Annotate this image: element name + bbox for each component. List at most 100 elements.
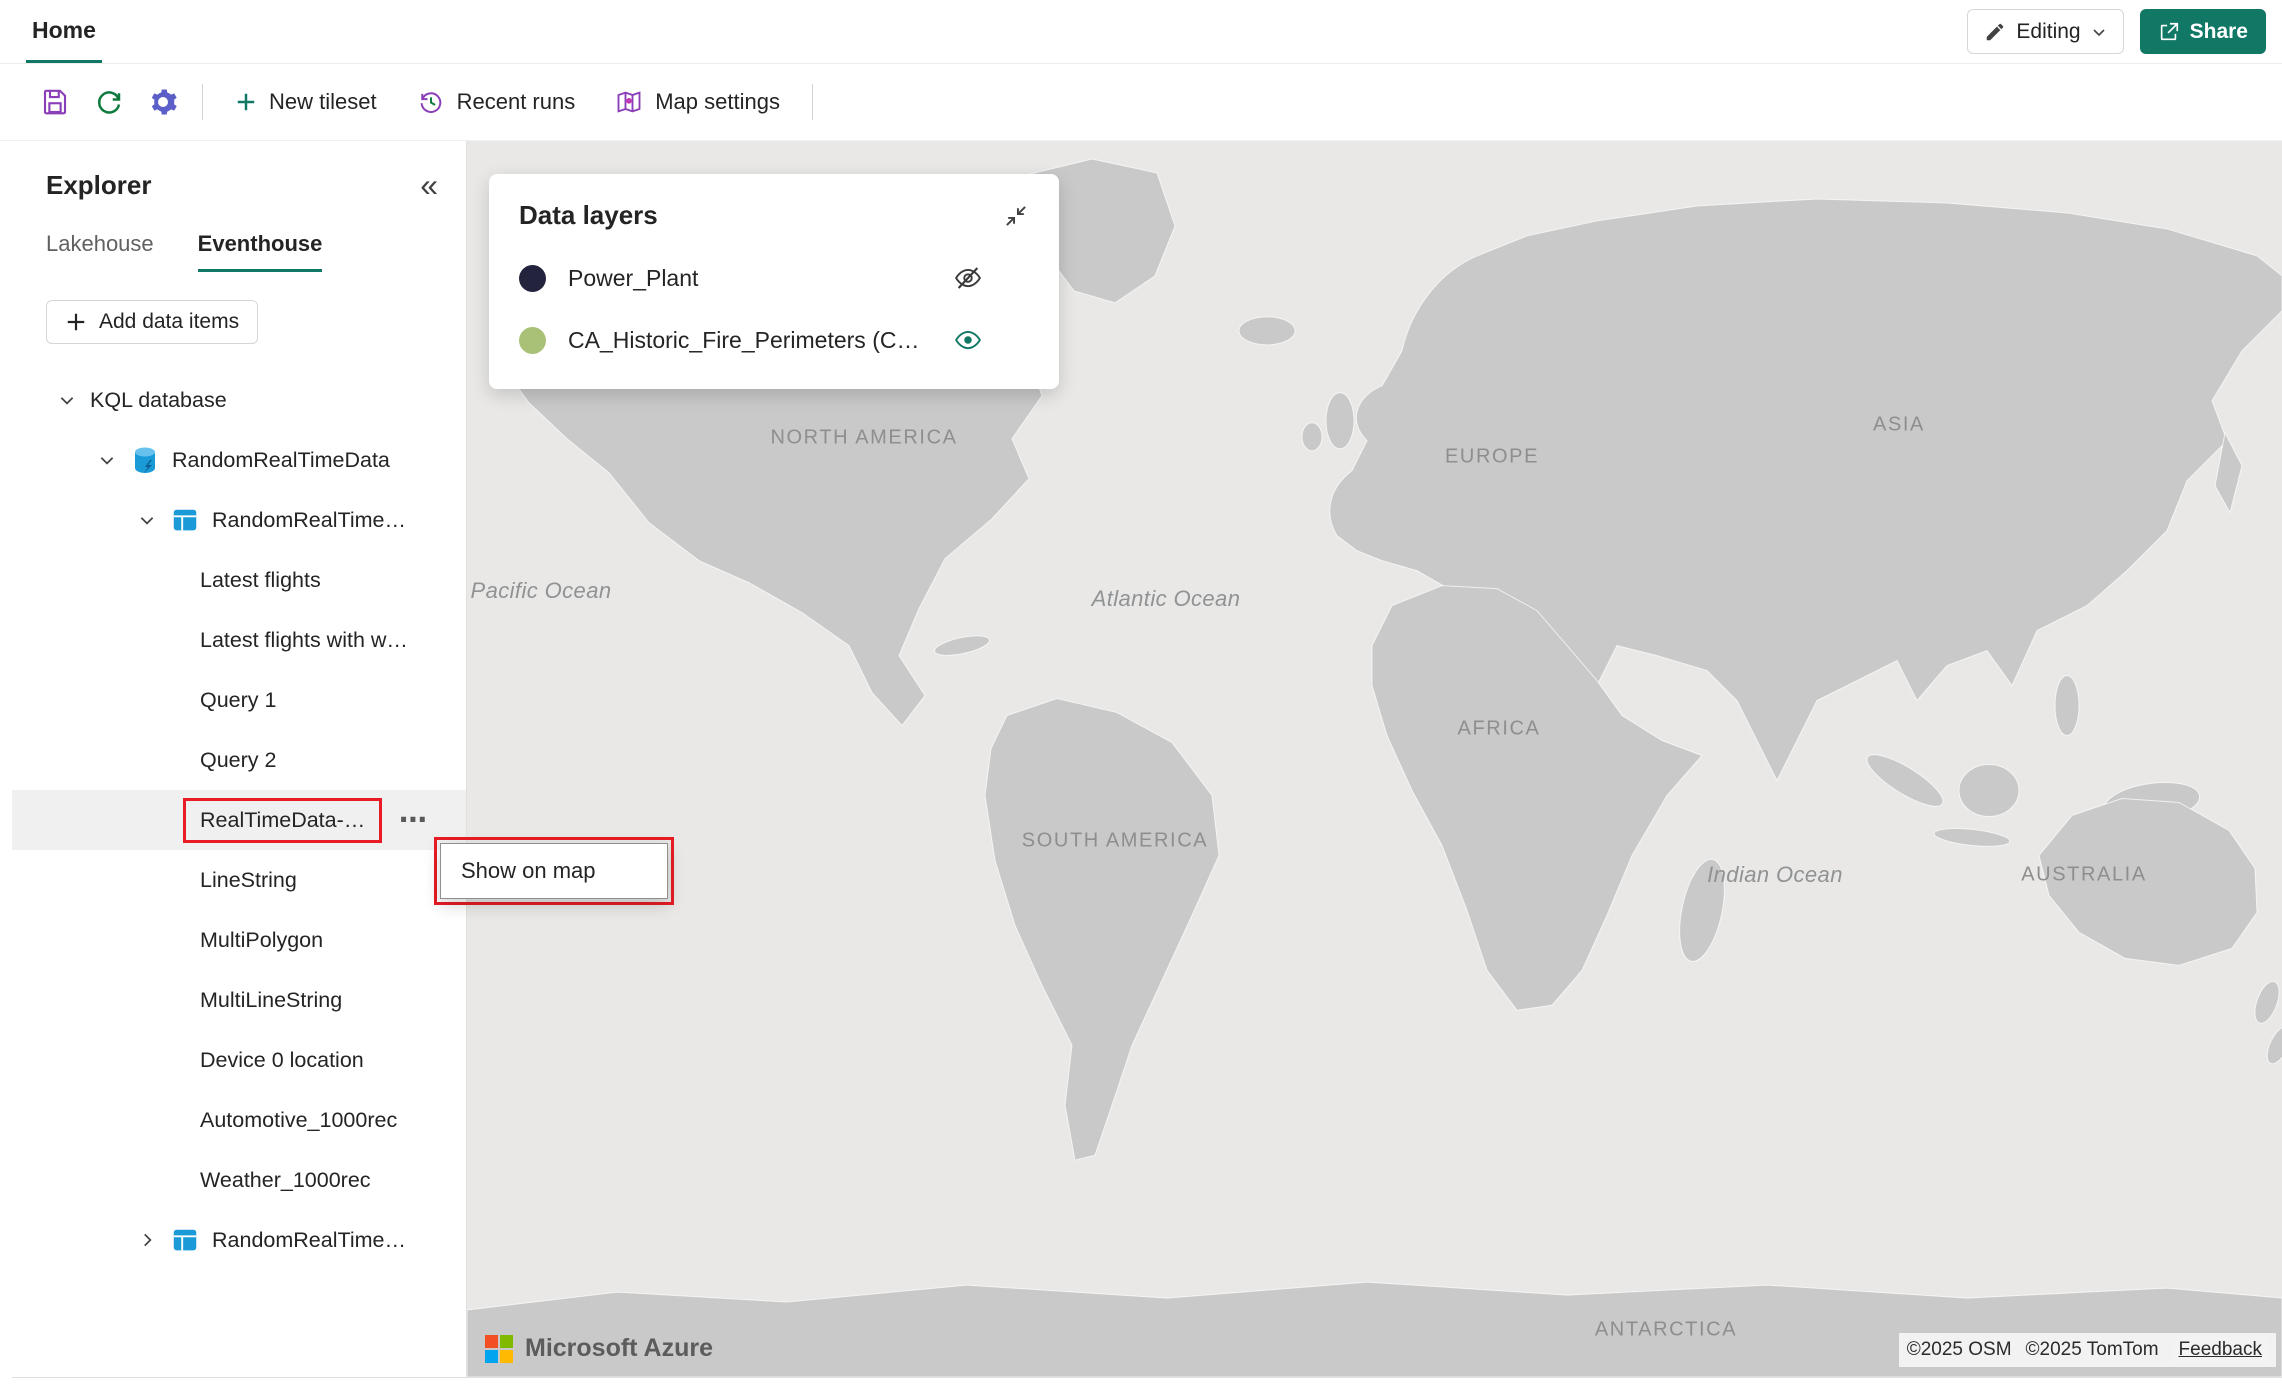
refresh-icon <box>94 87 124 117</box>
editing-mode-button[interactable]: Editing <box>1967 9 2123 54</box>
toolbar-divider <box>202 84 203 120</box>
recent-runs-label: Recent runs <box>457 89 576 115</box>
osm-copyright: ©2025 OSM <box>1907 1339 2012 1361</box>
more-options-icon[interactable]: ⋯ <box>399 806 428 834</box>
tree-item-randomrealtimedata[interactable]: RandomRealTimeData <box>12 430 466 490</box>
tree-item-automotive-1000rec[interactable]: Automotive_1000rec <box>12 1090 466 1150</box>
tree-item-query-2[interactable]: Query 2 <box>12 730 466 790</box>
map-label-pacific-ocean: Pacific Ocean <box>471 578 612 604</box>
queryset-icon <box>168 1225 202 1255</box>
kql-database-icon <box>128 444 162 476</box>
tree-item-label: RandomRealTime… <box>212 508 406 533</box>
ribbon-toolbar: New tileset Recent runs Map settings <box>0 64 2282 141</box>
tree-item-multilinestring[interactable]: MultiLineString <box>12 970 466 1030</box>
queryset-icon <box>168 505 202 535</box>
map-copyright: ©2025 OSM ©2025 TomTom Feedback <box>1899 1333 2276 1367</box>
map-label-indian-ocean: Indian Ocean <box>1707 862 1843 888</box>
tab-home[interactable]: Home <box>26 0 102 63</box>
tree-item-label: RandomRealTime… <box>212 1228 406 1253</box>
map-label-africa: AFRICA <box>1458 718 1541 741</box>
save-icon <box>40 87 70 117</box>
visibility-off-icon[interactable] <box>953 263 983 293</box>
tree-item-kql-database[interactable]: KQL database <box>12 370 466 430</box>
add-data-items-button[interactable]: Add data items <box>46 300 258 344</box>
pencil-icon <box>1984 21 2006 43</box>
layer-name: Power_Plant <box>568 265 698 292</box>
annotation-red-box: RealTimeData-… <box>183 798 382 843</box>
tree-item-queryset-expanded[interactable]: RandomRealTime… <box>12 490 466 550</box>
annotation-red-box: Show on map <box>434 837 674 905</box>
add-data-items-label: Add data items <box>99 310 239 334</box>
top-bar: Home Editing Share <box>0 0 2282 64</box>
data-layers-title: Data layers <box>519 200 658 231</box>
main-content: Explorer « Lakehouse Eventhouse Add data… <box>0 141 2282 1378</box>
tree-item-multipolygon[interactable]: MultiPolygon <box>12 910 466 970</box>
toolbar-divider <box>812 84 813 120</box>
layer-row-power-plant[interactable]: Power_Plant <box>519 247 1029 309</box>
share-label: Share <box>2190 20 2248 44</box>
map-label-atlantic-ocean: Atlantic Ocean <box>1092 586 1241 612</box>
app-window: Home Editing Share <box>0 0 2282 1397</box>
save-button[interactable] <box>28 77 82 127</box>
plus-icon <box>65 311 87 333</box>
share-icon <box>2158 21 2180 43</box>
explorer-tree: KQL database RandomRealTimeData RandomRe… <box>12 370 466 1270</box>
map-label-north-america: NORTH AMERICA <box>770 427 957 450</box>
layer-name: CA_Historic_Fire_Perimeters (C… <box>568 327 919 354</box>
tree-item-latest-flights[interactable]: Latest flights <box>12 550 466 610</box>
tree-item-weather-1000rec[interactable]: Weather_1000rec <box>12 1150 466 1210</box>
chevron-down-icon[interactable] <box>52 391 82 409</box>
layer-row-ca-historic-fire-perimeters[interactable]: CA_Historic_Fire_Perimeters (C… <box>519 309 1029 371</box>
layer-color-swatch <box>519 265 546 292</box>
tree-item-device-0-location[interactable]: Device 0 location <box>12 1030 466 1090</box>
tree-item-realtimedata-selected[interactable]: RealTimeData-… ⋯ <box>12 790 466 850</box>
chevron-down-icon[interactable] <box>132 511 162 529</box>
tree-item-label: KQL database <box>90 388 227 413</box>
map-settings-label: Map settings <box>655 89 780 115</box>
map-settings-button[interactable]: Map settings <box>595 77 800 127</box>
new-tileset-label: New tileset <box>269 89 377 115</box>
tree-item-linestring[interactable]: LineString <box>12 850 466 910</box>
gear-icon <box>148 87 178 117</box>
history-icon <box>417 88 445 116</box>
collapse-pane-icon[interactable]: « <box>420 169 438 201</box>
chevron-right-icon[interactable] <box>132 1231 162 1249</box>
context-menu-show-on-map[interactable]: Show on map <box>440 843 668 899</box>
tree-item-queryset-collapsed[interactable]: RandomRealTime… <box>12 1210 466 1270</box>
topbar-actions: Editing Share <box>1967 0 2282 63</box>
explorer-pane: Explorer « Lakehouse Eventhouse Add data… <box>12 141 467 1378</box>
map-label-south-america: SOUTH AMERICA <box>1022 830 1208 853</box>
map-label-australia: AUSTRALIA <box>2021 864 2147 887</box>
visibility-on-icon[interactable] <box>953 325 983 355</box>
tab-home-label: Home <box>32 17 96 44</box>
share-button[interactable]: Share <box>2140 9 2266 54</box>
refresh-button[interactable] <box>82 77 136 127</box>
chevron-down-icon[interactable] <box>92 451 122 469</box>
plus-icon <box>235 91 257 113</box>
tree-item-label: RandomRealTimeData <box>172 448 390 473</box>
microsoft-logo-icon <box>485 1335 513 1363</box>
explorer-tabs: Lakehouse Eventhouse <box>12 231 466 272</box>
tab-eventhouse[interactable]: Eventhouse <box>198 231 323 272</box>
data-layers-panel: Data layers Power_Plant CA_Historic_Fire… <box>489 174 1059 389</box>
tree-item-query-1[interactable]: Query 1 <box>12 670 466 730</box>
chevron-down-icon <box>2091 24 2107 40</box>
tomtom-copyright: ©2025 TomTom <box>2026 1339 2159 1361</box>
show-on-map-label: Show on map <box>461 858 596 884</box>
editing-label: Editing <box>2016 20 2080 44</box>
feedback-link[interactable]: Feedback <box>2173 1337 2268 1363</box>
map-label-europe: EUROPE <box>1445 446 1539 469</box>
map-label-antarctica: ANTARCTICA <box>1595 1319 1737 1342</box>
map-canvas[interactable]: NORTH AMERICA EUROPE ASIA AFRICA SOUTH A… <box>467 141 2282 1378</box>
tab-lakehouse[interactable]: Lakehouse <box>46 231 154 272</box>
map-label-asia: ASIA <box>1873 414 1925 437</box>
azure-attribution: Microsoft Azure <box>485 1334 713 1363</box>
layer-color-swatch <box>519 327 546 354</box>
recent-runs-button[interactable]: Recent runs <box>397 77 596 127</box>
map-settings-icon <box>615 88 643 116</box>
settings-button[interactable] <box>136 77 190 127</box>
collapse-panel-icon[interactable] <box>1003 203 1029 229</box>
azure-brand-label: Microsoft Azure <box>525 1334 713 1363</box>
tree-item-latest-flights-with-w[interactable]: Latest flights with w… <box>12 610 466 670</box>
new-tileset-button[interactable]: New tileset <box>215 77 397 127</box>
